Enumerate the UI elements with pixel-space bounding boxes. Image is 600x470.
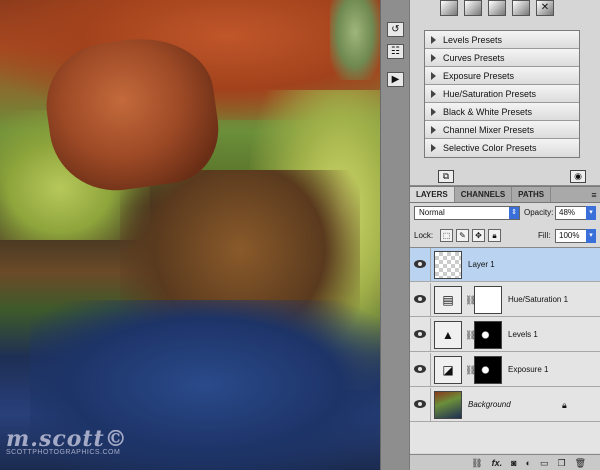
layer-mask-thumbnail <box>474 356 502 384</box>
lock-position-icon[interactable]: ✥ <box>472 229 485 242</box>
eye-icon[interactable] <box>414 329 426 339</box>
panel-dock-strip: ↺ ☷ ▶ <box>380 0 409 470</box>
preset-item-selective-color[interactable]: Selective Color Presets <box>425 139 579 157</box>
preset-item-black-white[interactable]: Black & White Presets <box>425 103 579 121</box>
folder-icon[interactable]: ▭ <box>540 457 549 469</box>
eye-icon[interactable] <box>414 399 426 409</box>
expand-triangle-icon <box>431 53 436 62</box>
layer-row-hue-saturation-1[interactable]: ▤ ⛓︎ Hue/Saturation 1 <box>410 283 600 317</box>
layer-thumbnail <box>434 251 462 279</box>
preset-item-channel-mixer[interactable]: Channel Mixer Presets <box>425 121 579 139</box>
close-icon[interactable]: ✕ <box>536 0 554 16</box>
preset-item-curves[interactable]: Curves Presets <box>425 49 579 67</box>
expand-triangle-icon <box>431 107 436 116</box>
lock-image-icon[interactable]: ✎ <box>456 229 469 242</box>
new-layer-icon[interactable]: ❐ <box>557 457 565 469</box>
fill-dropdown-icon[interactable]: ▾ <box>586 229 596 243</box>
eye-icon[interactable] <box>414 364 426 374</box>
panel-tabs: LAYERS CHANNELS PATHS ≡ <box>410 187 600 203</box>
layer-list: Layer 1 ▤ ⛓︎ Hue/Saturation 1 ▲ ⛓︎ Level… <box>410 247 600 453</box>
expand-triangle-icon <box>431 125 436 134</box>
adjustments-panel: ✕ Levels Presets Curves Presets Exposure… <box>410 0 600 186</box>
opacity-label: Opacity: <box>524 208 554 217</box>
lock-label: Lock: <box>414 231 434 240</box>
preset-item-exposure[interactable]: Exposure Presets <box>425 67 579 85</box>
watermark: m.scott© SCOTTPHOTOGRAPHICS.COM <box>6 426 128 456</box>
chevron-down-icon: ⇕ <box>509 207 519 219</box>
expand-triangle-icon <box>431 89 436 98</box>
tab-layers[interactable]: LAYERS <box>410 187 455 202</box>
expand-triangle-icon <box>431 35 436 44</box>
link-layers-icon[interactable]: ⛓︎ <box>471 457 482 469</box>
mask-icon[interactable]: ◙ <box>511 457 516 469</box>
preset-item-hue-saturation[interactable]: Hue/Saturation Presets <box>425 85 579 103</box>
preset-list: Levels Presets Curves Presets Exposure P… <box>424 30 580 158</box>
expand-triangle-icon <box>431 144 436 152</box>
eye-icon[interactable] <box>414 259 426 269</box>
preset-item-levels[interactable]: Levels Presets <box>425 31 579 49</box>
exposure-adjustment-icon: ◪ <box>434 356 462 384</box>
layer-name: Hue/Saturation 1 <box>508 295 569 304</box>
fill-input[interactable]: 100% <box>555 229 587 243</box>
trash-icon[interactable]: 🗑︎ <box>575 457 586 469</box>
layer-name: Levels 1 <box>508 330 538 339</box>
history-icon[interactable]: ↺ <box>387 22 404 37</box>
hue-saturation-adjustment-icon: ▤ <box>434 286 462 314</box>
opacity-input[interactable]: 48% <box>555 206 587 220</box>
lock-transparent-icon[interactable]: ⬚ <box>440 229 453 242</box>
properties-icon[interactable]: ☷ <box>387 44 404 59</box>
layer-row-exposure-1[interactable]: ◪ ⛓︎ Exposure 1 <box>410 353 600 387</box>
layer-mask-thumbnail <box>474 286 502 314</box>
image-canvas[interactable]: m.scott© SCOTTPHOTOGRAPHICS.COM <box>0 0 380 470</box>
tree-foliage <box>330 0 380 80</box>
play-action-icon[interactable]: ▶ <box>387 72 404 87</box>
fill-label: Fill: <box>538 231 551 240</box>
layer-name: Exposure 1 <box>508 365 549 374</box>
posterize-icon[interactable] <box>512 0 530 16</box>
eye-icon[interactable] <box>414 294 426 304</box>
layer-row-layer-1[interactable]: Layer 1 <box>410 248 600 282</box>
layer-name: Background <box>468 400 511 409</box>
opacity-dropdown-icon[interactable]: ▾ <box>586 206 596 220</box>
view-previous-icon[interactable]: ◉ <box>570 170 586 183</box>
layer-row-levels-1[interactable]: ▲ ⛓︎ Levels 1 <box>410 318 600 352</box>
threshold-icon[interactable] <box>488 0 506 16</box>
layer-mask-thumbnail <box>474 321 502 349</box>
watermark-site: SCOTTPHOTOGRAPHICS.COM <box>6 449 121 456</box>
layers-panel: LAYERS CHANNELS PATHS ≡ Normal ⇕ Opacity… <box>410 187 600 470</box>
levels-adjustment-icon: ▲ <box>434 321 462 349</box>
layer-row-background[interactable]: Background 🔒︎ <box>410 388 600 422</box>
fx-icon[interactable]: fx. <box>492 457 503 469</box>
adjustment-icon[interactable]: ◐ <box>526 457 531 469</box>
lock-icon: 🔒︎ <box>562 400 567 410</box>
blend-mode-select[interactable]: Normal ⇕ <box>414 206 520 220</box>
layer-thumbnail <box>434 391 462 419</box>
channel-mixer-icon[interactable] <box>440 0 458 16</box>
layer-name: Layer 1 <box>468 260 495 269</box>
layers-toolbar: ⛓︎ fx. ◙ ◐ ▭ ❐ 🗑︎ <box>410 454 600 470</box>
panel-menu-icon[interactable]: ≡ <box>588 187 600 202</box>
tab-paths[interactable]: PATHS <box>512 187 552 202</box>
clip-to-layer-icon[interactable]: ⧉ <box>438 170 454 183</box>
expand-triangle-icon <box>431 71 436 80</box>
lock-all-icon[interactable]: 🔒︎ <box>488 229 501 242</box>
gradient-map-icon[interactable] <box>464 0 482 16</box>
tab-channels[interactable]: CHANNELS <box>455 187 513 202</box>
